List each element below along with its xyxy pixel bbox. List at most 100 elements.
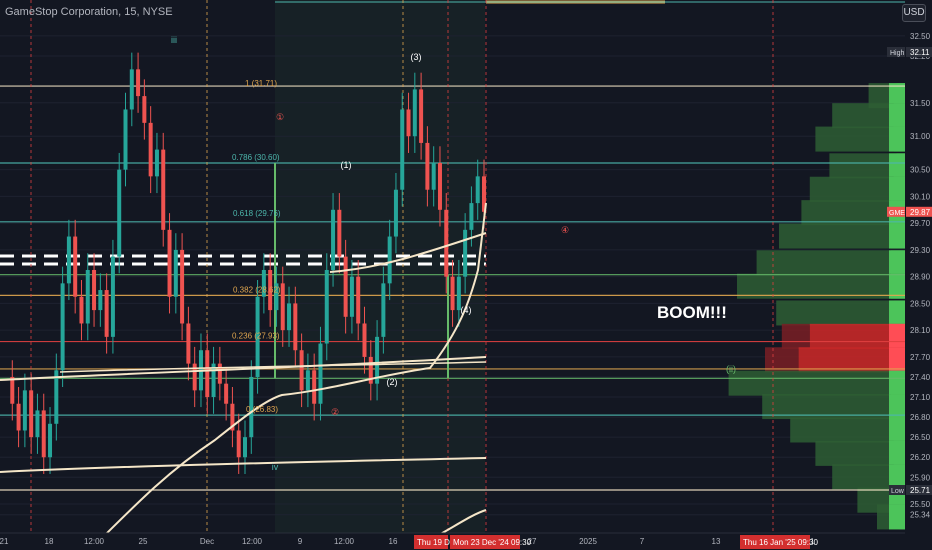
volume-profile-edge xyxy=(889,440,905,466)
time-tick: 2025 xyxy=(579,537,597,546)
volume-profile-edge xyxy=(889,223,905,249)
candle-body xyxy=(60,283,65,371)
candle-body xyxy=(349,276,354,317)
time-tick: 7 xyxy=(640,537,645,546)
wave-label: ④ xyxy=(561,225,569,235)
candle-body xyxy=(312,370,317,404)
volume-profile-edge xyxy=(889,417,905,443)
candle-body xyxy=(85,269,90,324)
low-label: Low xyxy=(891,488,905,495)
candle-body xyxy=(287,303,292,331)
candle-body xyxy=(425,142,430,190)
price-tick: 28.50 xyxy=(910,299,931,308)
candle-body xyxy=(10,376,15,404)
candle-body xyxy=(387,236,392,284)
candle-body xyxy=(154,149,159,177)
candle-body xyxy=(98,290,103,311)
wave-label: (3) xyxy=(411,52,422,62)
price-tick: 29.30 xyxy=(910,246,931,255)
price-tick: 25.34 xyxy=(910,511,931,520)
time-tick: 18 xyxy=(45,537,54,546)
candle-body xyxy=(217,363,222,384)
candle-body xyxy=(211,363,216,398)
volume-profile-edge xyxy=(889,370,905,396)
volume-profile-edge xyxy=(889,176,905,202)
time-highlight-label: Mon 23 Dec '24 09:30 xyxy=(453,538,532,547)
time-tick: Dec xyxy=(200,537,214,546)
time-tick: 25 xyxy=(139,537,148,546)
candle-body xyxy=(305,370,310,391)
candle-body xyxy=(104,290,109,337)
price-tick: 32.50 xyxy=(910,32,931,41)
candle-body xyxy=(406,109,411,137)
candle-body xyxy=(400,109,405,190)
candle-body xyxy=(381,283,386,337)
chart-title: GameStop Corporation, 15, NYSE xyxy=(5,6,173,18)
wave-label: (1) xyxy=(341,160,352,170)
candle-body xyxy=(29,390,34,438)
price-tick: 26.50 xyxy=(910,433,931,442)
last-symbol: GME xyxy=(889,210,905,217)
volume-profile-bar xyxy=(832,464,894,490)
volume-profile-edge xyxy=(889,250,905,276)
wave-label: ② xyxy=(331,407,339,417)
candle-body xyxy=(293,303,298,351)
volume-profile-edge xyxy=(889,103,905,129)
candle-body xyxy=(362,323,367,357)
candle-body xyxy=(123,109,128,170)
fib-label: 0.618 (29.76) xyxy=(233,209,281,218)
price-tick: 28.10 xyxy=(910,326,931,335)
candle-body xyxy=(54,370,59,424)
wave-label: (2) xyxy=(387,377,398,387)
candle-body xyxy=(167,229,172,297)
candle-body xyxy=(180,249,185,324)
volume-profile-bar xyxy=(809,176,894,202)
candle-body xyxy=(236,430,241,458)
price-tick: 28.90 xyxy=(910,273,931,282)
candle-body xyxy=(356,276,361,324)
candle-body xyxy=(205,350,210,398)
candle-body xyxy=(463,229,468,277)
highlight-zone xyxy=(275,0,485,533)
fib-label: 0.786 (30.60) xyxy=(232,153,280,162)
volume-profile-bar xyxy=(829,153,897,179)
price-tick: 27.40 xyxy=(910,373,931,382)
volume-profile-edge xyxy=(889,126,905,152)
candle-body xyxy=(92,269,97,311)
price-tick: 31.00 xyxy=(910,132,931,141)
candle-body xyxy=(142,96,147,123)
candle-body xyxy=(48,423,53,458)
candle-body xyxy=(186,323,191,364)
candle-body xyxy=(393,189,398,237)
wave-label: (4) xyxy=(461,305,472,315)
volume-profile-bar xyxy=(779,223,891,249)
candle-body xyxy=(469,203,474,230)
candle-body xyxy=(280,283,285,331)
price-tick: 30.50 xyxy=(910,166,931,175)
high-value: 32.11 xyxy=(910,48,930,57)
fib-label: 0.236 (27.93) xyxy=(232,332,280,341)
time-tick: 9 xyxy=(298,537,303,546)
volume-profile-bar xyxy=(790,417,891,443)
candle-body xyxy=(331,209,336,270)
currency-button[interactable]: USD xyxy=(902,4,926,22)
candle-body xyxy=(224,383,229,404)
volume-profile-bar xyxy=(781,323,810,349)
candle-body xyxy=(450,276,455,311)
time-tick: 12:00 xyxy=(334,537,355,546)
time-highlight-label: Thu 16 Jan '25 09:30 xyxy=(743,538,818,547)
price-tick: 26.20 xyxy=(910,453,931,462)
candle-body xyxy=(79,296,84,324)
candle-body xyxy=(66,236,71,284)
candle-body xyxy=(173,249,178,297)
time-tick: 13 xyxy=(712,537,721,546)
candle-body xyxy=(73,236,78,297)
price-chart[interactable]: 1 (31.71) 0.786 (30.60) 0.618 (29.76) 0.382… xyxy=(0,0,932,550)
price-tick: 30.10 xyxy=(910,192,931,201)
wave-label: ① xyxy=(276,112,284,122)
candle-body xyxy=(444,209,449,277)
time-tick: 12:00 xyxy=(242,537,263,546)
time-tick: 21 xyxy=(0,537,9,546)
price-tick: 27.10 xyxy=(910,393,931,402)
candle-body xyxy=(318,343,323,404)
